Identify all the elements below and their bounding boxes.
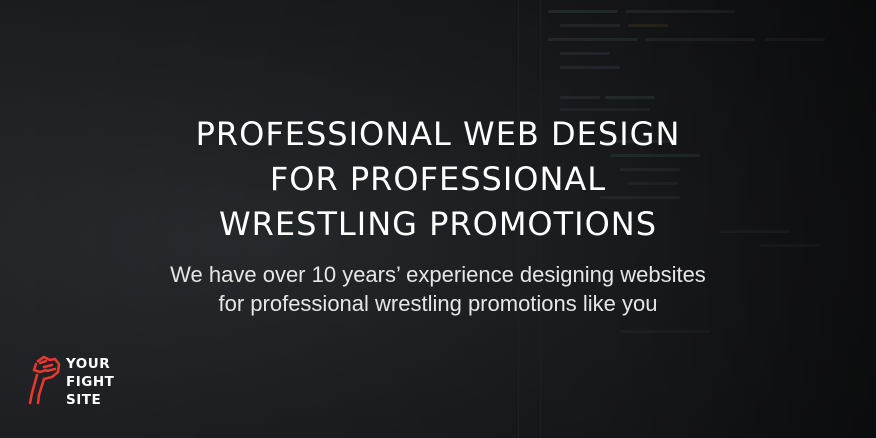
subheadline-line: We have over 10 years’ experience design… (170, 262, 706, 287)
headline-line: PROFESSIONAL WEB DESIGN (195, 115, 681, 153)
your-fight-site-logo: YOUR FIGHT SITE (28, 353, 138, 415)
logo-wordmark: YOUR FIGHT SITE (66, 355, 114, 409)
headline-line: WRESTLING PROMOTIONS (218, 205, 658, 243)
subheadline-line: for professional wrestling promotions li… (218, 291, 658, 316)
hero-banner: PROFESSIONAL WEB DESIGN FOR PROFESSIONAL… (0, 0, 876, 438)
logo-text-line: FIGHT (66, 374, 115, 390)
headline: PROFESSIONAL WEB DESIGN FOR PROFESSIONAL… (0, 112, 876, 247)
headline-line: FOR PROFESSIONAL (269, 160, 607, 198)
logo-text-line: YOUR (66, 356, 111, 372)
subheadline: We have over 10 years’ experience design… (0, 260, 876, 318)
raised-fist-icon (28, 355, 61, 405)
logo-text-line: SITE (66, 392, 102, 408)
